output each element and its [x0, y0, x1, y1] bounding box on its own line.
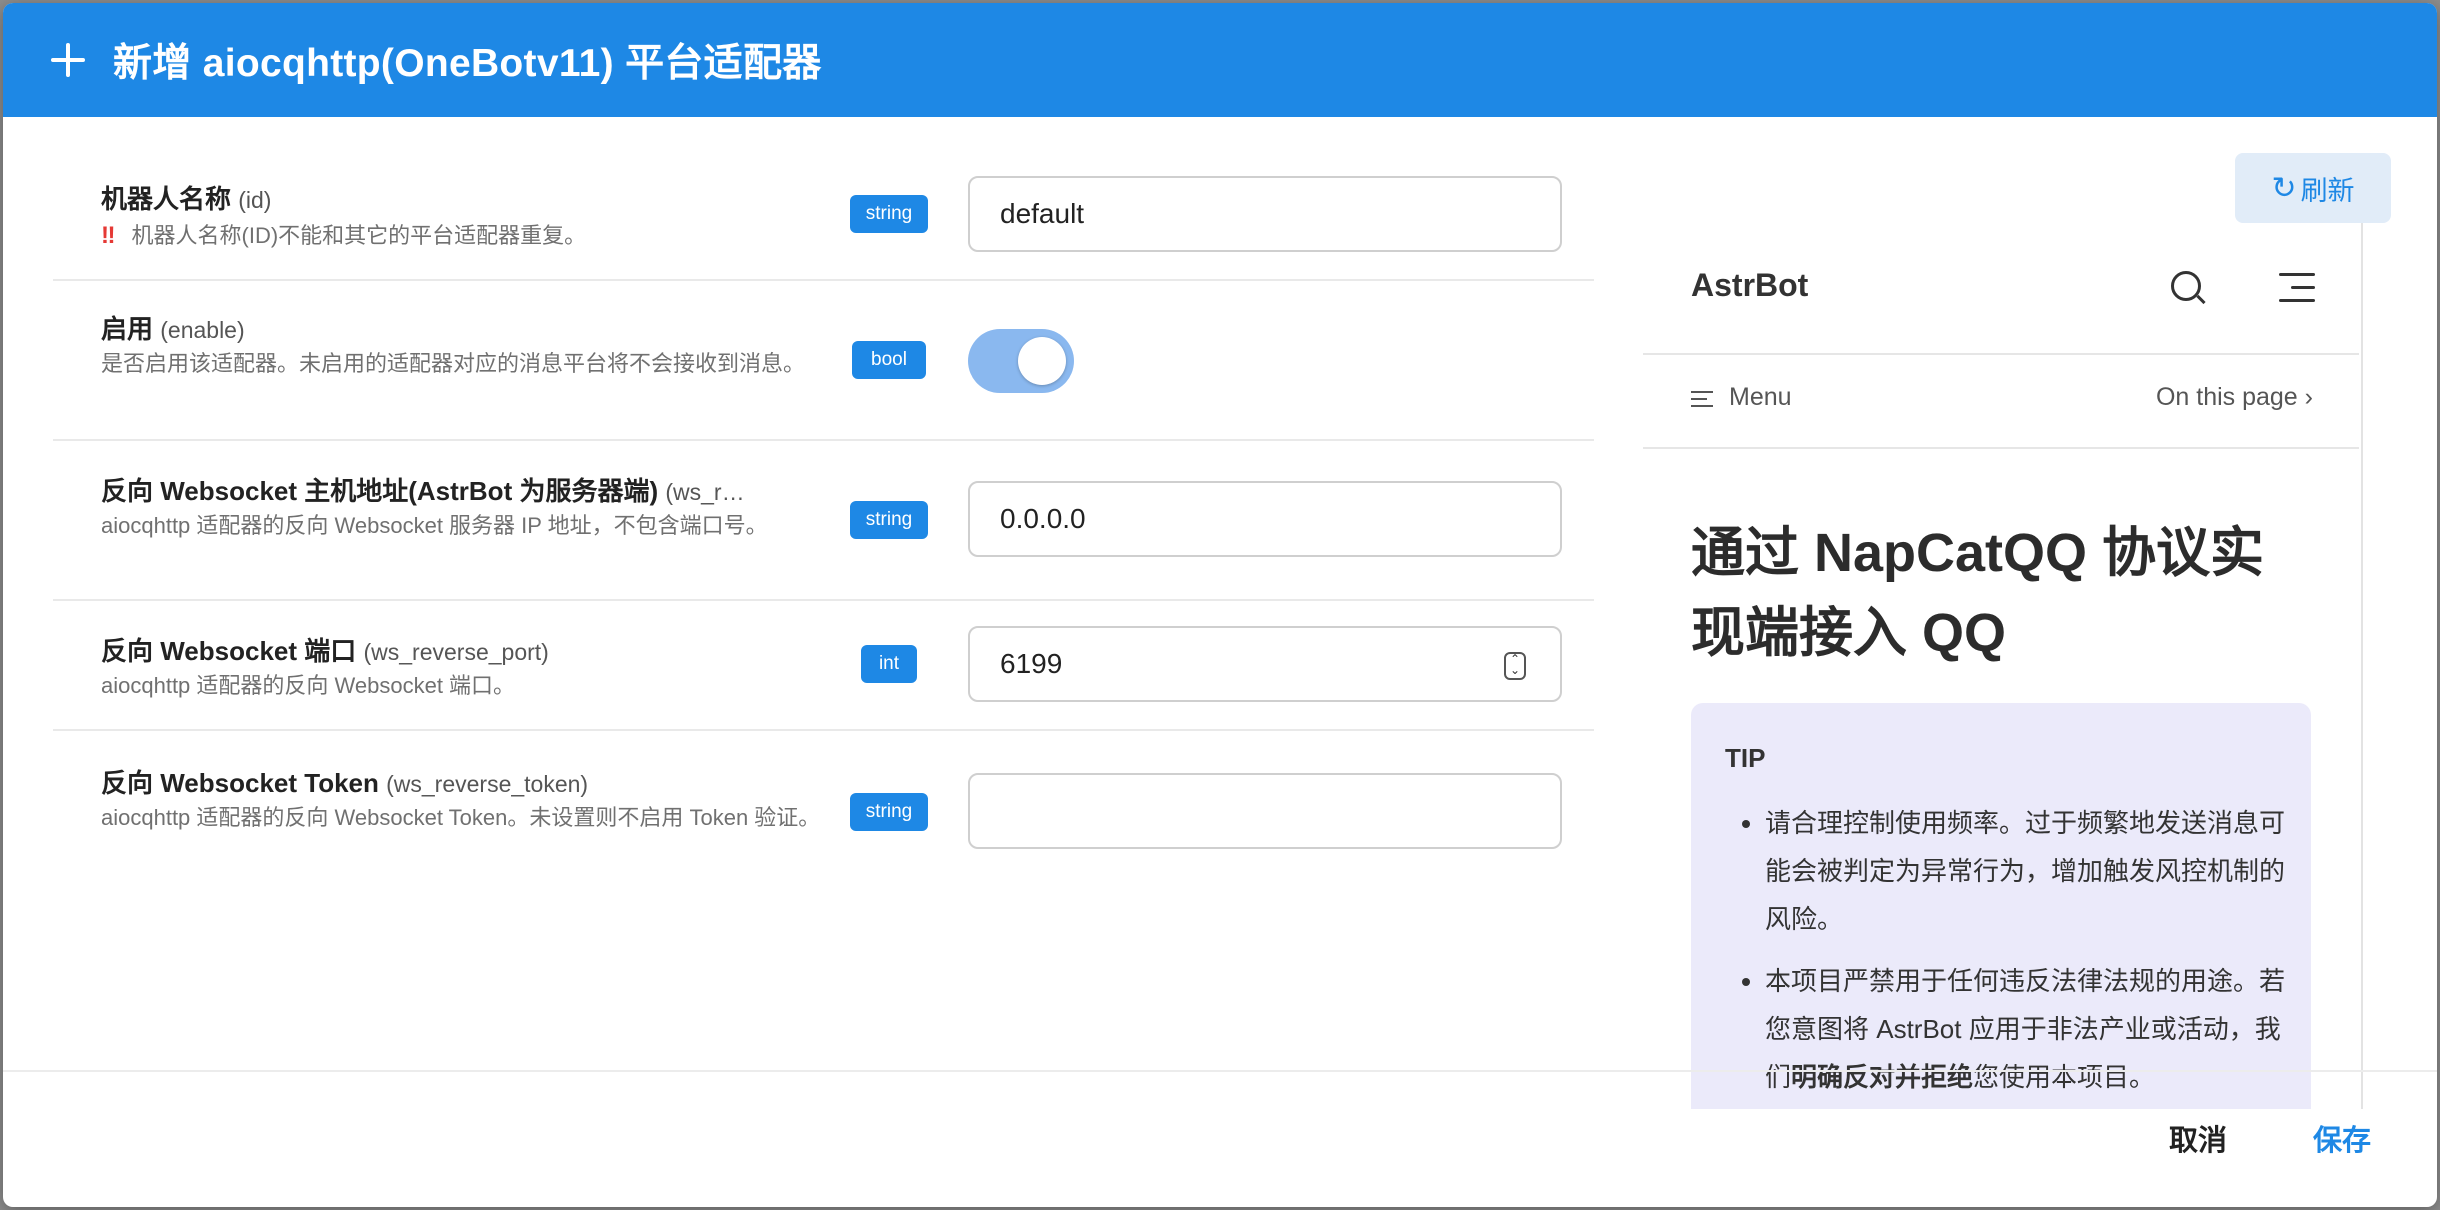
tip-item: 本项目严禁用于任何违反法律法规的用途。若您意图将 AstrBot 应用于非法产业…: [1765, 957, 2295, 1101]
field-description: ‼ 机器人名称(ID)不能和其它的平台适配器重复。: [101, 222, 587, 249]
form-row-id: 机器人名称 (id) ‼ 机器人名称(ID)不能和其它的平台适配器重复。 stri…: [53, 133, 1594, 281]
field-description: 是否启用该适配器。未启用的适配器对应的消息平台将不会接收到消息。: [101, 351, 806, 376]
save-button[interactable]: 保存: [2313, 1117, 2371, 1159]
docs-heading: 通过 NapCatQQ 协议实现端接入 QQ: [1691, 523, 2265, 663]
field-label: 反向 Websocket Token (ws_reverse_token): [101, 768, 589, 798]
docs-brand[interactable]: AstrBot: [1691, 267, 1808, 304]
field-label: 机器人名称 (id): [101, 184, 272, 214]
dialog-title: 新增 aiocqhttp(OneBotv11) 平台适配器: [113, 42, 822, 85]
cancel-button[interactable]: 取消: [2169, 1117, 2227, 1159]
number-stepper[interactable]: ⌃ ⌄: [1504, 652, 1526, 680]
dialog-header: 新增 aiocqhttp(OneBotv11) 平台适配器: [3, 3, 2437, 117]
type-badge: string: [850, 793, 928, 831]
docs-local-nav: Menu On this page ›: [1643, 355, 2359, 449]
chevron-right-icon: ›: [2304, 383, 2313, 411]
type-badge: int: [861, 645, 917, 683]
toggle-knob: [1018, 337, 1066, 385]
form-row-ws-token: 反向 Websocket Token (ws_reverse_token) ai…: [53, 731, 1594, 891]
field-description: aiocqhttp 适配器的反向 Websocket 服务器 IP 地址，不包含…: [101, 513, 768, 538]
field-label: 反向 Websocket 主机地址(AstrBot 为服务器端) (ws_r…: [101, 476, 745, 506]
ws-token-input[interactable]: [1000, 775, 1500, 847]
field-description: aiocqhttp 适配器的反向 Websocket 端口。: [101, 673, 516, 698]
docs-topbar: AstrBot: [1643, 223, 2359, 355]
docs-preview: AstrBot Menu On this page › 通过 NapCatQQ …: [1643, 223, 2363, 1109]
ws-port-input[interactable]: [1000, 628, 1500, 700]
ws-host-field[interactable]: [968, 481, 1562, 557]
id-input[interactable]: [1000, 178, 1500, 250]
id-field[interactable]: [968, 176, 1562, 252]
tip-title: TIP: [1725, 743, 1766, 773]
docs-menu-button[interactable]: Menu: [1691, 383, 1792, 412]
field-label: 反向 Websocket 端口 (ws_reverse_port): [101, 636, 549, 666]
search-icon[interactable]: [2171, 271, 2201, 301]
form-row-ws-host: 反向 Websocket 主机地址(AstrBot 为服务器端) (ws_r… …: [53, 441, 1594, 601]
ws-host-input[interactable]: [1000, 483, 1500, 555]
field-label: 启用 (enable): [101, 314, 245, 344]
warning-icon: ‼: [101, 222, 116, 249]
ws-token-field[interactable]: [968, 773, 1562, 849]
tip-list: 请合理控制使用频率。过于频繁地发送消息可能会被判定为异常行为，增加触发风控机制的…: [1725, 799, 2295, 1109]
form-row-ws-port: 反向 Websocket 端口 (ws_reverse_port) aiocqh…: [53, 601, 1594, 731]
ws-port-field[interactable]: ⌃⌄: [968, 626, 1562, 702]
tip-box: TIP 请合理控制使用频率。过于频繁地发送消息可能会被判定为异常行为，增加触发风…: [1691, 703, 2311, 1109]
outline-menu-icon[interactable]: [2279, 271, 2315, 303]
form-row-enable: 启用 (enable) 是否启用该适配器。未启用的适配器对应的消息平台将不会接收…: [53, 281, 1594, 441]
refresh-icon: ↻: [2271, 171, 2297, 205]
refresh-button[interactable]: ↻ 刷新: [2235, 153, 2391, 223]
field-description: aiocqhttp 适配器的反向 Websocket Token。未设置则不启用…: [101, 805, 821, 830]
divider: [3, 1070, 2437, 1072]
enable-toggle[interactable]: [968, 329, 1074, 393]
add-adapter-dialog: 新增 aiocqhttp(OneBotv11) 平台适配器 机器人名称 (id)…: [3, 3, 2437, 1207]
type-badge: string: [850, 195, 928, 233]
tip-item: 请合理控制使用频率。过于频繁地发送消息可能会被判定为异常行为，增加触发风控机制的…: [1765, 799, 2295, 943]
plus-icon: [43, 35, 93, 85]
type-badge: bool: [852, 341, 926, 379]
menu-icon: [1691, 389, 1713, 408]
type-badge: string: [850, 501, 928, 539]
on-this-page-button[interactable]: On this page ›: [2156, 383, 2313, 412]
